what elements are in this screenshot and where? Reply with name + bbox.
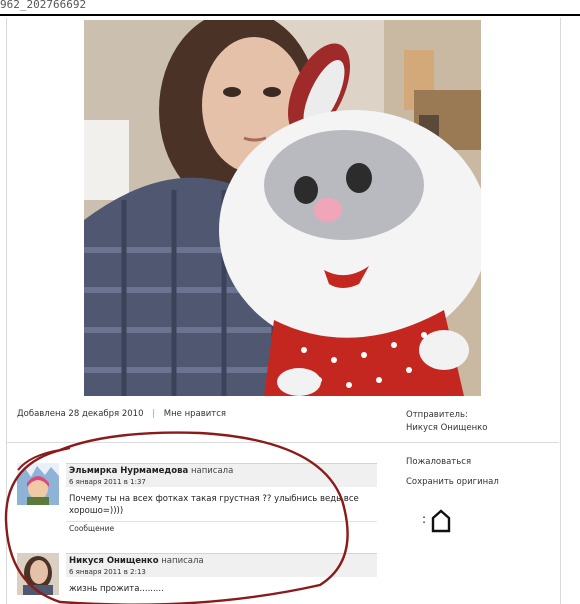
comment-header: Никуся Онищенко написала 6 января 2011 в…: [66, 553, 377, 577]
comment-verb: написала: [161, 556, 204, 566]
avatar[interactable]: [17, 463, 59, 505]
photo-image: [84, 20, 481, 396]
comment-author[interactable]: Никуся Онищенко: [69, 556, 159, 566]
comment-body: Никуся Онищенко написала 6 января 2011 в…: [66, 553, 377, 597]
comment-header: Эльмирка Нурмамедова написала 6 января 2…: [66, 463, 377, 487]
comment-text: жизнь прожита.........: [69, 584, 164, 594]
comment-author[interactable]: Эльмирка Нурмамедова: [69, 466, 188, 476]
photo-actions: Пожаловаться Сохранить оригинал: [406, 457, 499, 497]
photo[interactable]: [84, 20, 481, 396]
comment-body: Эльмирка Нурмамедова написала 6 января 2…: [66, 463, 377, 533]
window-title: 962_202766692: [0, 0, 87, 11]
sender-block: Отправитель: Никуся Онищенко: [406, 409, 487, 435]
window-title-bar: 962_202766692: [0, 0, 580, 16]
comment-text: Почему ты на всех фотках такая грустная …: [69, 494, 359, 516]
sender-name[interactable]: Никуся Онищенко: [406, 422, 487, 435]
save-original-link[interactable]: Сохранить оригинал: [406, 477, 499, 487]
comment-date: 6 января 2011 в 1:37: [69, 478, 146, 486]
info-separator: |: [152, 409, 156, 419]
added-date: Добавлена 28 декабря 2010: [17, 409, 144, 419]
comment-date: 6 января 2011 в 2:13: [69, 568, 146, 576]
like-link[interactable]: Мне нравится: [164, 409, 226, 419]
photo-info: Добавлена 28 декабря 2010 | Мне нравится: [17, 409, 226, 419]
comment-item: Никуся Онищенко написала 6 января 2011 в…: [17, 553, 377, 604]
message-link[interactable]: Сообщение: [66, 521, 377, 533]
avatar[interactable]: [17, 553, 59, 595]
comment-verb: написала: [190, 466, 234, 476]
report-link[interactable]: Пожаловаться: [406, 457, 499, 467]
icon-glyph: :: [422, 512, 427, 526]
comment-item: Эльмирка Нурмамедова написала 6 января 2…: [17, 463, 377, 543]
sender-label: Отправитель:: [406, 410, 468, 420]
house-icon: :: [422, 509, 452, 533]
divider: [6, 442, 559, 443]
